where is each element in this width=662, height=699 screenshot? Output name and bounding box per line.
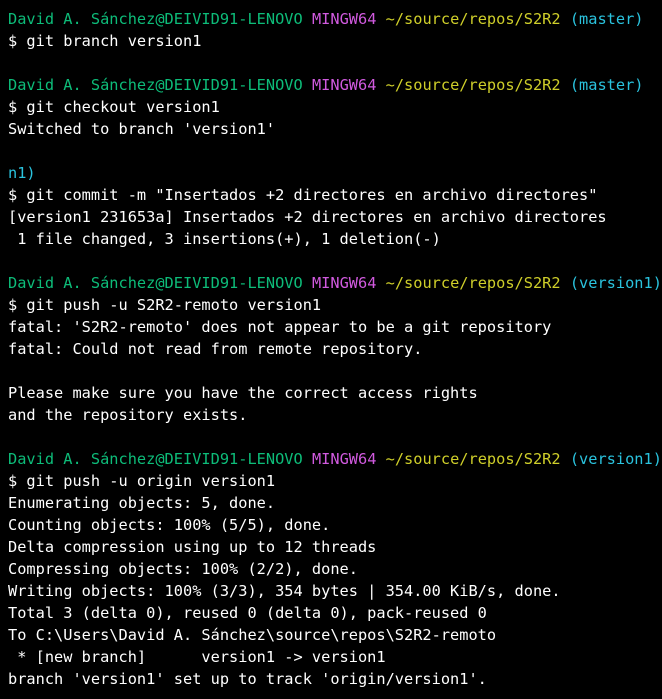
- output-text: fatal: Could not read from remote reposi…: [8, 340, 423, 358]
- output-line: 1 file changed, 3 insertions(+), 1 delet…: [8, 228, 662, 250]
- output-text: and the repository exists.: [8, 406, 248, 424]
- output-line: Enumerating objects: 5, done.: [8, 492, 662, 514]
- output-text: [version1 231653a] Insertados +2 directo…: [8, 208, 607, 226]
- prompt-path: ~/source/repos/S2R2: [385, 76, 561, 94]
- output-text: branch 'version1' set up to track 'origi…: [8, 670, 487, 688]
- output-line: branch 'version1' set up to track 'origi…: [8, 668, 662, 690]
- prompt-env: MINGW64: [311, 76, 377, 94]
- command-text: $ git branch version1: [8, 32, 202, 50]
- output-line: * [new branch] version1 -> version1: [8, 646, 662, 668]
- prompt-path: ~/source/repos/S2R2: [385, 10, 561, 28]
- prompt-line: David A. Sánchez@DEIVID91-LENOVO MINGW64…: [8, 74, 662, 96]
- terminal-window[interactable]: David A. Sánchez@DEIVID91-LENOVO MINGW64…: [0, 0, 662, 699]
- command-text: $ git checkout version1: [8, 98, 220, 116]
- output-line: To C:\Users\David A. Sánchez\source\repo…: [8, 624, 662, 646]
- prompt-user: David A. Sánchez@DEIVID91-LENOVO: [8, 10, 303, 28]
- prompt-env: MINGW64: [311, 10, 377, 28]
- command-text: $ git push -u S2R2-remoto version1: [8, 296, 322, 314]
- output-line: Compressing objects: 100% (2/2), done.: [8, 558, 662, 580]
- output-line: Delta compression using up to 12 threads: [8, 536, 662, 558]
- output-text: * [new branch] version1 -> version1: [8, 648, 386, 666]
- output-text: fatal: 'S2R2-remoto' does not appear to …: [8, 318, 552, 336]
- command-text: $ git commit -m "Insertados +2 directore…: [8, 186, 598, 204]
- command-line: $ git push -u S2R2-remoto version1: [8, 294, 662, 316]
- output-text: Counting objects: 100% (5/5), done.: [8, 516, 331, 534]
- prompt-branch-fragment: n1): [8, 162, 662, 184]
- prompt-line: David A. Sánchez@DEIVID91-LENOVO MINGW64…: [8, 272, 662, 294]
- command-line: $ git commit -m "Insertados +2 directore…: [8, 184, 662, 206]
- output-line: Writing objects: 100% (3/3), 354 bytes |…: [8, 580, 662, 602]
- command-text: $ git push -u origin version1: [8, 472, 276, 490]
- output-text: Delta compression using up to 12 threads: [8, 538, 377, 556]
- output-line: fatal: Could not read from remote reposi…: [8, 338, 662, 360]
- prompt-line: David A. Sánchez@DEIVID91-LENOVO MINGW64…: [8, 8, 662, 30]
- prompt-env: MINGW64: [311, 450, 377, 468]
- output-line: Counting objects: 100% (5/5), done.: [8, 514, 662, 536]
- output-text: Please make sure you have the correct ac…: [8, 384, 478, 402]
- prompt-line: David A. Sánchez@DEIVID91-LENOVO MINGW64…: [8, 448, 662, 470]
- output-line: Please make sure you have the correct ac…: [8, 382, 662, 404]
- prompt-path: ~/source/repos/S2R2: [385, 450, 561, 468]
- output-text: To C:\Users\David A. Sánchez\source\repo…: [8, 626, 497, 644]
- output-text: 1 file changed, 3 insertions(+), 1 delet…: [8, 230, 441, 248]
- prompt-user: David A. Sánchez@DEIVID91-LENOVO: [8, 76, 303, 94]
- prompt-branch: (master): [569, 10, 644, 28]
- command-line: $ git push -u origin version1: [8, 470, 662, 492]
- prompt-user: David A. Sánchez@DEIVID91-LENOVO: [8, 450, 303, 468]
- output-text: Compressing objects: 100% (2/2), done.: [8, 560, 358, 578]
- prompt-branch: (version1): [569, 274, 662, 292]
- output-text: Writing objects: 100% (3/3), 354 bytes |…: [8, 582, 561, 600]
- output-line: fatal: 'S2R2-remoto' does not appear to …: [8, 316, 662, 338]
- prompt-user: David A. Sánchez@DEIVID91-LENOVO: [8, 274, 303, 292]
- prompt-path: ~/source/repos/S2R2: [385, 274, 561, 292]
- prompt-branch: (version1): [569, 450, 662, 468]
- output-line: Switched to branch 'version1': [8, 118, 662, 140]
- command-line: $ git checkout version1: [8, 96, 662, 118]
- prompt-branch: n1): [8, 164, 36, 182]
- output-text: Switched to branch 'version1': [8, 120, 276, 138]
- output-line: and the repository exists.: [8, 404, 662, 426]
- output-text: Enumerating objects: 5, done.: [8, 494, 276, 512]
- prompt-env: MINGW64: [311, 274, 377, 292]
- output-line: [version1 231653a] Insertados +2 directo…: [8, 206, 662, 228]
- output-line: Total 3 (delta 0), reused 0 (delta 0), p…: [8, 602, 662, 624]
- prompt-branch: (master): [569, 76, 644, 94]
- output-text: Total 3 (delta 0), reused 0 (delta 0), p…: [8, 604, 487, 622]
- command-line: $ git branch version1: [8, 30, 662, 52]
